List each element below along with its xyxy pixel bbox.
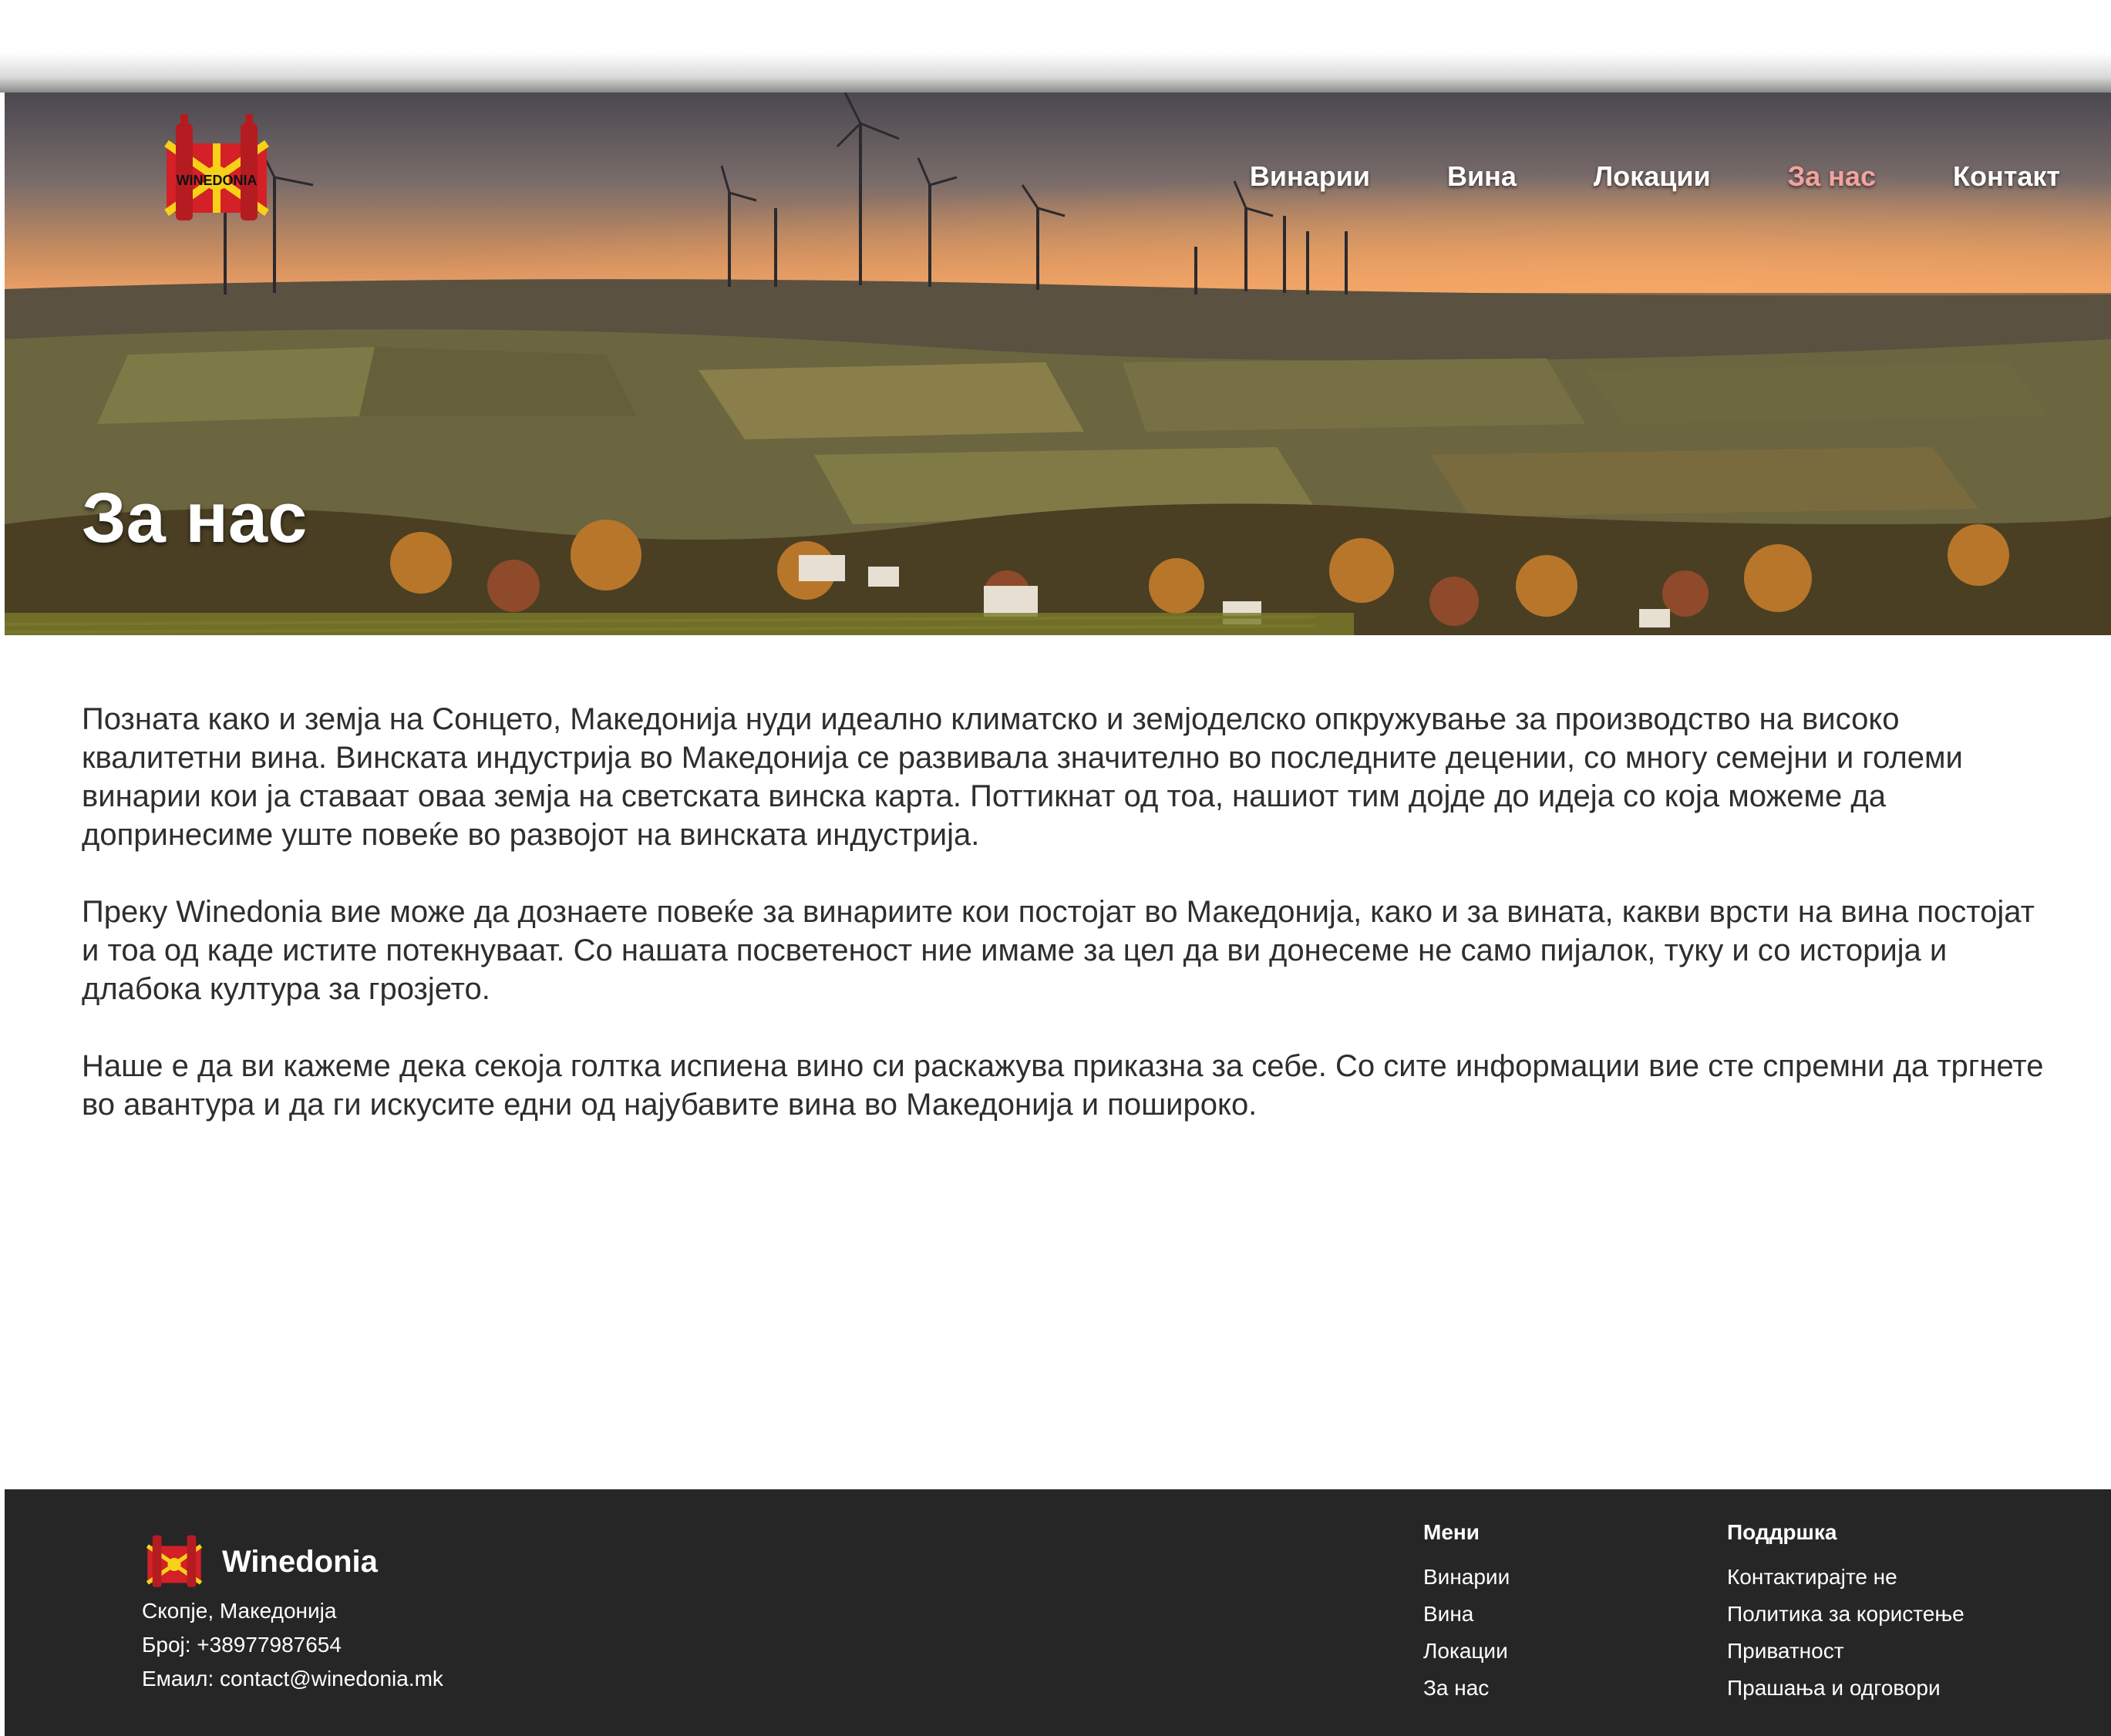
main-nav: Винарии Вина Локации За нас Контакт (1173, 160, 2060, 193)
nav-item-contact[interactable]: Контакт (1953, 160, 2060, 193)
about-paragraph: Преку Winedonia вие може да дознаете пов… (82, 895, 2035, 1006)
footer-brand-name: Winedonia (222, 1545, 378, 1579)
nav-item-locations[interactable]: Локации (1594, 160, 1711, 193)
footer-link-wineries[interactable]: Винарии (1423, 1559, 1510, 1596)
top-shadow-band (0, 0, 2111, 93)
about-paragraph: Наше е да ви кажеме дека секоја голтка и… (82, 1049, 2044, 1122)
footer-contact-info: Скопје, Македонија Број: +38977987654 Ем… (142, 1594, 443, 1696)
footer: Winedonia Скопје, Македонија Број: +3897… (5, 1489, 2111, 1736)
logo-text: WINEDONIA (177, 173, 258, 188)
footer-link-faq[interactable]: Прашања и одговори (1727, 1670, 1965, 1707)
footer-menu-heading: Мени (1423, 1520, 1480, 1544)
nav-item-wineries[interactable]: Винарии (1250, 160, 1370, 193)
footer-link-locations[interactable]: Локации (1423, 1633, 1510, 1670)
footer-link-terms[interactable]: Политика за користење (1727, 1596, 1965, 1633)
footer-phone: Број: +38977987654 (142, 1633, 342, 1657)
nav-item-wines[interactable]: Вина (1447, 160, 1517, 193)
footer-link-contact-us[interactable]: Контактирајте не (1727, 1559, 1965, 1596)
page-title: За нас (82, 479, 308, 557)
footer-support-heading: Поддршка (1727, 1520, 1837, 1544)
footer-menu: Мени Винарии Вина Локации За нас (1423, 1517, 1510, 1707)
footer-link-privacy[interactable]: Приватност (1727, 1633, 1965, 1670)
nav-item-about[interactable]: За нас (1788, 160, 1876, 193)
footer-link-wines[interactable]: Вина (1423, 1596, 1510, 1633)
about-content: Позната како и земја на Сонцето, Македон… (82, 700, 2055, 1162)
winedonia-logo[interactable]: WINEDONIA (159, 109, 274, 225)
hero-banner: WINEDONIA Винарии Вина Локации За нас Ко… (5, 93, 2111, 635)
footer-address: Скопје, Македонија (142, 1599, 337, 1623)
footer-logo[interactable] (143, 1528, 205, 1590)
footer-email[interactable]: Емаил: contact@winedonia.mk (142, 1662, 443, 1696)
footer-support: Поддршка Контактирајте не Политика за ко… (1727, 1517, 1965, 1707)
about-paragraph: Позната како и земја на Сонцето, Македон… (82, 702, 1963, 852)
footer-link-about[interactable]: За нас (1423, 1670, 1510, 1707)
